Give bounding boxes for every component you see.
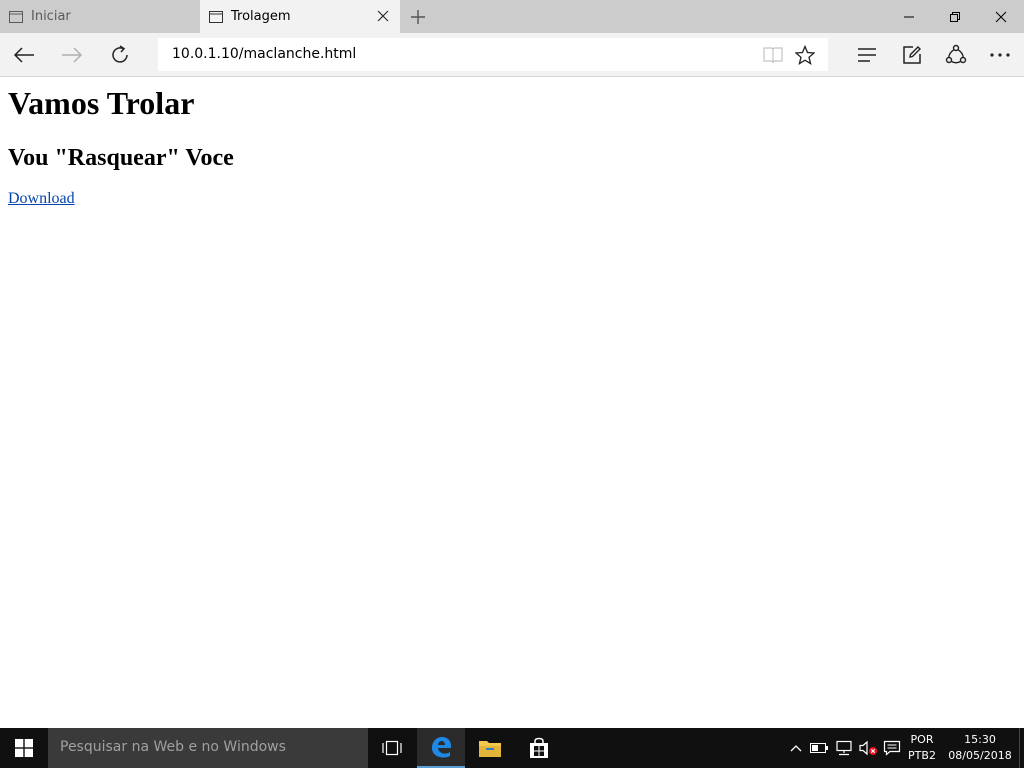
forward-button[interactable]: [50, 33, 94, 77]
address-text[interactable]: 10.0.1.10/maclanche.html: [172, 46, 356, 62]
close-tab-icon[interactable]: [376, 9, 390, 23]
forward-arrow-icon: [62, 47, 83, 63]
tab-strip: Iniciar Trolagem: [0, 0, 1024, 33]
keyboard-layout: PTB2: [908, 749, 936, 762]
tab-iniciar[interactable]: Iniciar: [0, 0, 200, 33]
tab-label: Trolagem: [231, 9, 291, 24]
edge-taskbar-button[interactable]: [417, 728, 465, 768]
battery-icon[interactable]: [808, 728, 830, 768]
share-button[interactable]: [934, 33, 978, 77]
search-box[interactable]: Pesquisar na Web e no Windows: [48, 728, 368, 768]
task-view-button[interactable]: [368, 728, 416, 768]
show-hidden-icons-chevron-icon[interactable]: [786, 728, 806, 768]
page-heading: Vamos Trolar: [8, 85, 195, 121]
web-note-button[interactable]: [890, 33, 934, 77]
store-icon: [530, 737, 548, 758]
page-content: Vamos Trolar Vou "Rasquear" Voce Downloa…: [0, 78, 1024, 728]
store-button[interactable]: [515, 728, 563, 768]
folder-icon: [479, 741, 501, 757]
clock-date: 08/05/2018: [948, 749, 1012, 762]
windows-logo-icon: [15, 739, 33, 757]
browser-toolbar: 10.0.1.10/maclanche.html: [0, 33, 1024, 77]
share-icon: [945, 44, 967, 64]
hub-icon: [858, 48, 876, 62]
download-link[interactable]: Download: [8, 190, 75, 208]
system-clock[interactable]: 15:30 08/05/2018: [944, 732, 1016, 764]
network-icon[interactable]: [832, 728, 856, 768]
back-button[interactable]: [2, 33, 46, 77]
web-note-icon: [903, 46, 921, 64]
show-desktop-button[interactable]: [1019, 728, 1024, 768]
back-arrow-icon: [13, 47, 34, 63]
search-placeholder[interactable]: Pesquisar na Web e no Windows: [60, 739, 286, 755]
hub-button[interactable]: [845, 33, 889, 77]
input-language-indicator[interactable]: POR PTB2: [904, 732, 940, 764]
more-icon: [990, 53, 1010, 57]
action-center-icon[interactable]: [880, 728, 904, 768]
taskbar: Pesquisar na Web e no Windows POR PTB2 1…: [0, 728, 1024, 768]
volume-muted-icon[interactable]: [856, 728, 880, 768]
new-tab-icon[interactable]: [408, 7, 428, 27]
tab-trolagem[interactable]: Trolagem: [200, 0, 400, 33]
address-bar[interactable]: 10.0.1.10/maclanche.html: [158, 38, 828, 71]
reading-view-icon[interactable]: [762, 44, 784, 66]
start-button[interactable]: [0, 728, 48, 768]
restore-icon[interactable]: [932, 0, 978, 33]
refresh-button[interactable]: [98, 33, 142, 77]
clock-time: 15:30: [964, 733, 996, 746]
language-code: POR: [910, 733, 934, 746]
tab-page-icon: [9, 10, 23, 23]
page-subheading: Vou "Rasquear" Voce: [8, 145, 234, 171]
refresh-icon: [112, 45, 128, 63]
more-button[interactable]: [978, 33, 1022, 77]
tab-page-icon: [209, 10, 223, 23]
minimize-icon[interactable]: [886, 0, 932, 33]
close-window-icon[interactable]: [978, 0, 1024, 33]
task-view-icon: [382, 740, 402, 756]
favorite-star-icon[interactable]: [794, 44, 816, 66]
tab-label: Iniciar: [31, 9, 71, 24]
file-explorer-button[interactable]: [466, 728, 514, 768]
edge-icon: [432, 737, 451, 758]
